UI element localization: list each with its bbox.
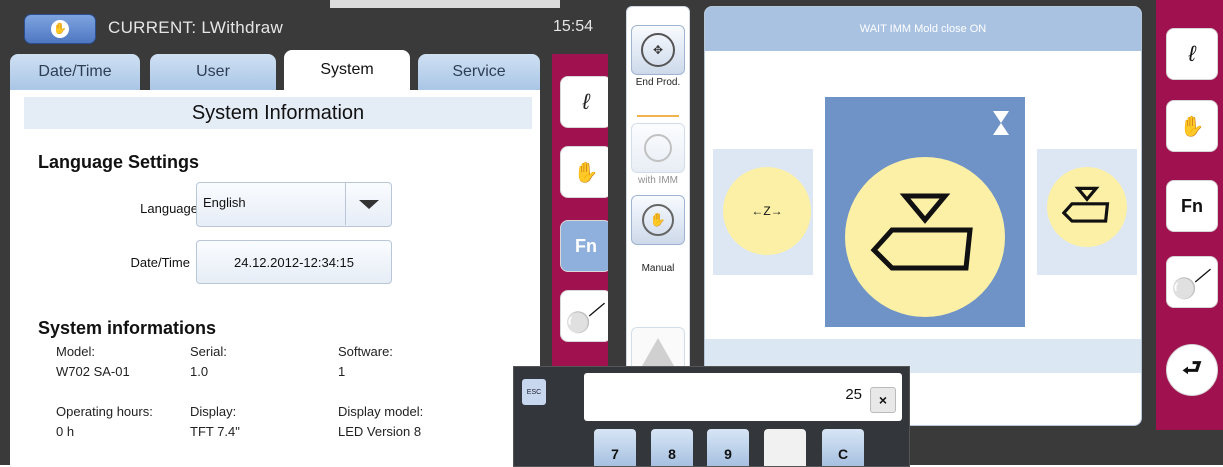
edit-button[interactable]: ℓ bbox=[1166, 28, 1218, 80]
gripper-icon bbox=[870, 193, 973, 271]
warning-icon bbox=[642, 338, 674, 366]
function-button[interactable]: Fn bbox=[560, 220, 612, 272]
page-title: System Information bbox=[24, 97, 532, 129]
display-value: TFT 7.4" bbox=[190, 424, 240, 439]
end-production-button[interactable]: ✥ bbox=[631, 25, 685, 75]
display-label: Display: bbox=[190, 404, 237, 419]
system-info-heading: System informations bbox=[38, 318, 217, 338]
language-label: Language bbox=[140, 201, 198, 216]
display-model-label: Display model: bbox=[338, 404, 424, 419]
tab-system[interactable]: System bbox=[284, 50, 410, 90]
key-9[interactable]: 9 bbox=[707, 429, 749, 466]
display-model-value: LED Version 8 bbox=[338, 424, 422, 439]
hourglass-bottom bbox=[993, 123, 1009, 135]
key-7[interactable]: 7 bbox=[594, 429, 636, 466]
previous-step-panel: ←Z→ bbox=[713, 149, 813, 275]
numeric-keypad: ESC 25 × 7 8 9 C bbox=[513, 366, 910, 467]
key-blank[interactable] bbox=[764, 429, 806, 466]
function-button[interactable]: Fn bbox=[1166, 180, 1218, 232]
model-value: W702 SA-01 bbox=[56, 364, 130, 379]
software-label: Software: bbox=[338, 344, 393, 359]
current-step-panel bbox=[825, 97, 1025, 327]
step-display: WAIT IMM Mold close ON ←Z→ bbox=[704, 6, 1142, 426]
close-icon[interactable]: × bbox=[870, 387, 896, 413]
manual-mode-button[interactable]: ✋ bbox=[24, 14, 96, 44]
z-axis-step[interactable]: ←Z→ bbox=[723, 167, 811, 255]
key-clear[interactable]: C bbox=[822, 429, 864, 466]
language-value: English bbox=[203, 195, 246, 210]
with-imm-button[interactable] bbox=[631, 123, 685, 173]
hand-button[interactable]: ✋ bbox=[1166, 100, 1218, 152]
key-icon: ⚪― bbox=[1168, 259, 1217, 306]
number-value: 25 bbox=[845, 386, 862, 403]
cycle-icon bbox=[644, 134, 672, 162]
mold-close-step[interactable] bbox=[845, 157, 1005, 317]
pencil-icon: ℓ bbox=[1188, 41, 1196, 66]
function-icon: Fn bbox=[575, 235, 597, 256]
mode-indicator-line bbox=[637, 115, 679, 117]
dropdown-arrow-button[interactable] bbox=[345, 183, 391, 225]
language-dropdown[interactable]: English bbox=[196, 182, 392, 227]
hand-icon: ✋ bbox=[642, 204, 674, 236]
serial-value: 1.0 bbox=[190, 364, 209, 379]
datetime-label: Date/Time bbox=[130, 255, 190, 270]
pencil-icon: ℓ bbox=[582, 89, 590, 114]
function-sidebar: ℓ ✋ Fn ⚪― ⮐ bbox=[1156, 0, 1223, 430]
manual-label: Manual bbox=[641, 263, 675, 274]
tab-service[interactable]: Service bbox=[418, 54, 540, 90]
system-tab-content: System Information Language Settings Lan… bbox=[10, 90, 540, 465]
operating-hours-label: Operating hours: bbox=[56, 404, 153, 419]
hourglass-icon bbox=[993, 111, 1009, 123]
key-icon: ⚪― bbox=[562, 293, 611, 340]
gripper-icon bbox=[1062, 186, 1110, 223]
with-imm-label: with IMM bbox=[638, 175, 678, 186]
status-bar: ✋ CURRENT: LWithdraw 15:54 bbox=[8, 8, 608, 44]
software-value: 1 bbox=[338, 364, 346, 379]
end-production-label: End Prod. bbox=[635, 77, 681, 88]
number-display[interactable]: 25 × bbox=[584, 373, 902, 421]
manual-mode-button[interactable]: ✋ bbox=[631, 195, 685, 245]
esc-button[interactable]: ESC bbox=[522, 379, 546, 405]
clock: 15:54 bbox=[553, 18, 594, 35]
edit-button[interactable]: ℓ bbox=[560, 76, 612, 128]
hand-icon: ✋ bbox=[573, 161, 599, 184]
datetime-field[interactable]: 24.12.2012-12:34:15 bbox=[196, 240, 392, 284]
model-label: Model: bbox=[56, 344, 96, 359]
status-message: WAIT IMM Mold close ON bbox=[705, 7, 1141, 51]
move-arrows-icon: ✥ bbox=[641, 33, 675, 67]
return-icon: ⮐ bbox=[1182, 355, 1202, 380]
key-button[interactable]: ⚪― bbox=[1166, 256, 1218, 308]
back-button[interactable]: ⮐ bbox=[1166, 344, 1218, 396]
operating-hours-value: 0 h bbox=[56, 424, 75, 439]
current-program-label: CURRENT: LWithdraw bbox=[108, 18, 284, 37]
key-button[interactable]: ⚪― bbox=[560, 290, 612, 342]
next-step-panel bbox=[1037, 149, 1137, 275]
hand-button[interactable]: ✋ bbox=[560, 146, 612, 198]
hand-icon: ✋ bbox=[1179, 115, 1205, 138]
settings-tabs: Date/Time User System Service bbox=[10, 50, 540, 90]
tab-date-time[interactable]: Date/Time bbox=[10, 54, 140, 90]
tab-user[interactable]: User bbox=[150, 54, 276, 90]
language-settings-heading: Language Settings bbox=[38, 152, 200, 172]
chevron-down-icon bbox=[358, 199, 379, 209]
key-8[interactable]: 8 bbox=[651, 429, 693, 466]
serial-label: Serial: bbox=[190, 344, 227, 359]
function-icon: Fn bbox=[1181, 195, 1203, 216]
next-step[interactable] bbox=[1047, 167, 1127, 247]
hand-icon: ✋ bbox=[51, 20, 69, 38]
